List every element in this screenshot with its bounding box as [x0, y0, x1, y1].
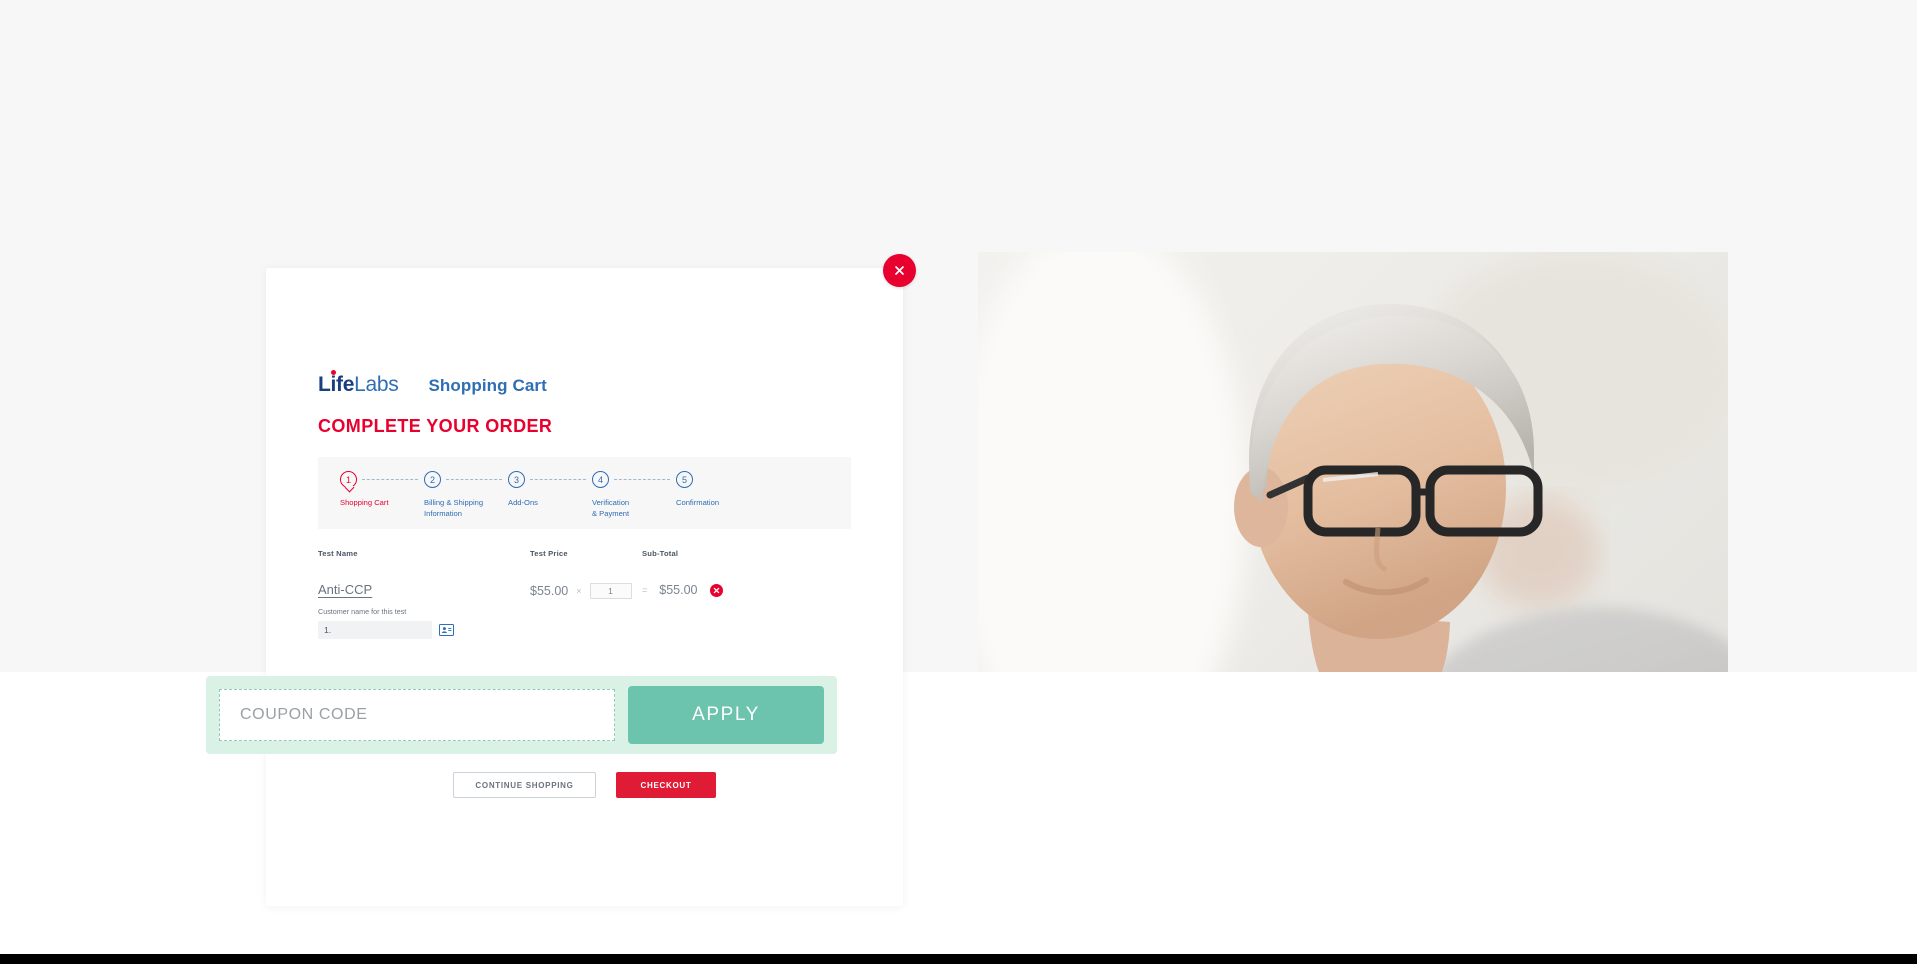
test-name-link[interactable]: Anti-CCP	[318, 582, 530, 597]
logo-labs-text: Labs	[354, 373, 399, 396]
coupon-section: APPLY	[206, 676, 837, 754]
cart-table-header: Test Name Test Price Sub-Total	[318, 549, 851, 562]
stepper-step-billing-shipping[interactable]: 2 Billing & Shipping Information	[424, 471, 508, 520]
page-root: LifeLabs Shopping Cart COMPLETE YOUR ORD…	[0, 0, 1917, 964]
column-header-test-name: Test Name	[318, 549, 358, 558]
test-price-value: $55.00	[530, 584, 569, 598]
table-row: Anti-CCP Customer name for this test 1. …	[318, 562, 851, 639]
brand-row: LifeLabs Shopping Cart	[318, 370, 851, 396]
bottom-bar	[0, 954, 1917, 964]
stepper-label: Confirmation	[676, 498, 720, 507]
cart-row-name-cell: Anti-CCP Customer name for this test	[318, 582, 530, 639]
stepper-step-shopping-cart[interactable]: 1 Shopping Cart	[340, 471, 424, 508]
column-header-test-price: Test Price	[530, 549, 568, 558]
column-header-sub-total: Sub-Total	[642, 549, 679, 558]
stepper-number: 1	[340, 471, 357, 488]
contact-card-icon[interactable]	[439, 624, 454, 636]
continue-shopping-button[interactable]: CONTINUE SHOPPING	[453, 772, 596, 798]
stepper-label: Add-Ons	[508, 498, 538, 507]
stepper-label: Shopping Cart	[340, 498, 389, 507]
stepper-step-verification-payment[interactable]: 4 Verification & Payment	[592, 471, 676, 520]
apply-coupon-button[interactable]: APPLY	[628, 686, 824, 744]
customer-name-input[interactable]	[318, 621, 432, 639]
stepper-connector	[362, 479, 418, 480]
quantity-input[interactable]	[589, 583, 632, 599]
logo-dot-icon	[331, 370, 336, 375]
row-subtotal-value: $55.00	[659, 583, 698, 597]
shopping-cart-modal: LifeLabs Shopping Cart COMPLETE YOUR ORD…	[266, 268, 903, 906]
stepper-connector	[530, 479, 586, 480]
cart-row-price-cell: $55.00 ×	[530, 582, 642, 599]
stepper-connector	[614, 479, 670, 480]
lifelabs-logo: LifeLabs	[318, 370, 399, 396]
stepper-label: Billing & Shipping Information	[424, 498, 484, 519]
close-icon[interactable]	[883, 254, 916, 287]
multiply-symbol: ×	[576, 586, 582, 596]
cart-row-subtotal-cell: = $55.00	[642, 582, 723, 597]
stepper-number: 5	[676, 471, 693, 488]
stepper-number: 3	[508, 471, 525, 488]
stepper-step-confirmation[interactable]: 5 Confirmation	[676, 471, 760, 508]
stepper-step-add-ons[interactable]: 3 Add-Ons	[508, 471, 592, 508]
customer-name-row	[318, 621, 530, 639]
equals-symbol: =	[642, 585, 648, 595]
stepper-steps: 1 Shopping Cart 2 Billing & Shipping Inf…	[340, 471, 829, 520]
checkout-stepper: 1 Shopping Cart 2 Billing & Shipping Inf…	[318, 457, 851, 529]
stepper-connector	[446, 479, 502, 480]
stepper-number: 4	[592, 471, 609, 488]
footer-actions: CONTINUE SHOPPING CHECKOUT	[266, 772, 903, 798]
logo-life-text: Life	[318, 373, 355, 396]
cart-title: Shopping Cart	[428, 376, 547, 395]
checkout-button[interactable]: CHECKOUT	[616, 772, 716, 798]
customer-name-label: Customer name for this test	[318, 607, 407, 616]
stepper-number: 2	[424, 471, 441, 488]
cart-table: Test Name Test Price Sub-Total Anti-CCP …	[318, 549, 851, 691]
order-heading: COMPLETE YOUR ORDER	[318, 416, 553, 436]
remove-item-button[interactable]	[709, 583, 723, 597]
coupon-code-input[interactable]	[219, 689, 615, 741]
stepper-label: Verification & Payment	[592, 498, 630, 519]
